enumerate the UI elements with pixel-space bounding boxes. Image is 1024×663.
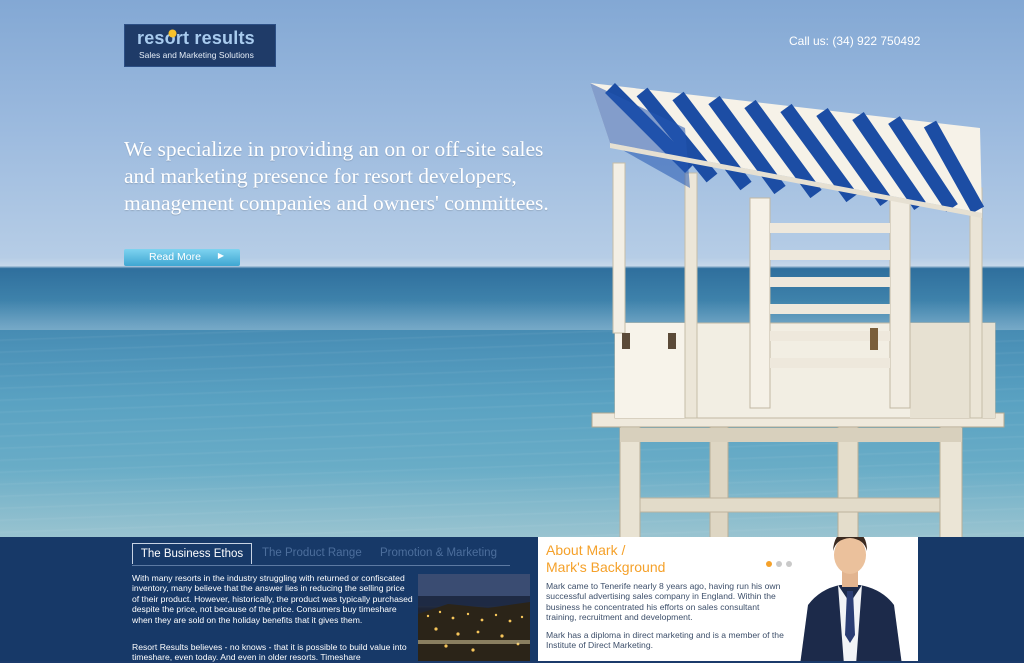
about-title-line-2: Mark's Background — [546, 559, 666, 575]
ethos-paragraph-2: Resort Results believes - no knows - tha… — [132, 642, 407, 663]
about-paragraph-1: Mark came to Tenerife nearly 8 years ago… — [546, 581, 781, 623]
about-mark-panel: About Mark / Mark's Background Mark came… — [538, 537, 918, 661]
site-logo[interactable]: resort results Sales and Marketing Solut… — [124, 24, 276, 67]
about-title-line-1: About Mark / — [546, 542, 626, 558]
tab-business-ethos[interactable]: The Business Ethos — [132, 543, 252, 564]
tab-product-range[interactable]: The Product Range — [262, 543, 362, 564]
arrow-right-icon: ▶ — [217, 251, 224, 260]
about-mark-title: About Mark / Mark's Background — [546, 542, 665, 576]
mark-portrait — [800, 537, 902, 661]
call-us-phone: Call us: (34) 922 750492 — [789, 34, 921, 48]
logo-tagline: Sales and Marketing Solutions — [139, 50, 254, 60]
hero-banner: resort results Sales and Marketing Solut… — [0, 0, 1024, 537]
resort-night-photo — [418, 574, 530, 661]
tab-divider — [132, 565, 510, 566]
about-paragraph-2: Mark has a diploma in direct marketing a… — [546, 630, 784, 651]
hero-headline: We specialize in providing an on or off-… — [124, 137, 549, 215]
sun-dot-icon — [168, 29, 177, 38]
lifeguard-tower-illustration — [590, 83, 1005, 537]
ethos-paragraph-1: With many resorts in the industry strugg… — [132, 573, 413, 625]
logo-text: resort results — [137, 28, 255, 48]
read-more-button[interactable]: Read More ▶ — [124, 249, 240, 266]
resort-night-scene — [418, 574, 530, 661]
carousel-dot-icon[interactable] — [776, 561, 782, 567]
tab-promotion-marketing[interactable]: Promotion & Marketing — [380, 543, 497, 564]
carousel-dot-icon[interactable] — [766, 561, 772, 567]
read-more-label: Read More — [149, 251, 201, 263]
